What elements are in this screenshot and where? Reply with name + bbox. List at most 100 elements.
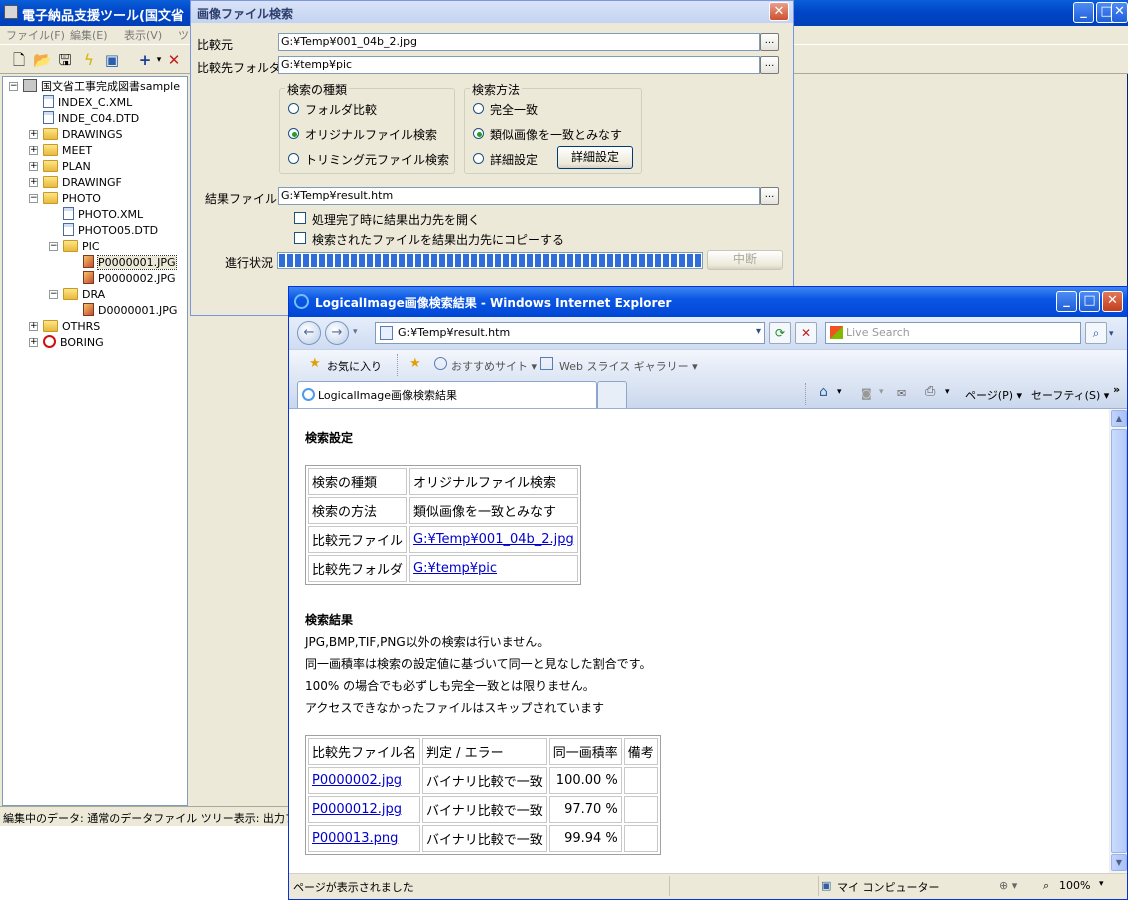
target-browse-button[interactable]: ... xyxy=(760,56,779,74)
tree-node[interactable]: INDE_C04.DTD xyxy=(43,111,139,127)
more-commands-icon[interactable]: » xyxy=(1113,383,1120,396)
webslice-gallery-link[interactable]: Web スライス ギャラリー ▾ xyxy=(559,358,698,374)
zoom-level[interactable]: 100% xyxy=(1059,879,1090,892)
radio-exact-match[interactable] xyxy=(473,103,484,114)
zoom-icon[interactable]: ⌕ xyxy=(1043,879,1049,893)
zoom-dropdown-icon[interactable]: ▾ xyxy=(1099,879,1104,889)
safety-menu[interactable]: セーフティ(S) ▾ xyxy=(1031,387,1109,403)
new-tab-button[interactable] xyxy=(597,381,627,408)
vertical-scrollbar[interactable]: ▲ ▼ xyxy=(1109,409,1127,873)
result-file-input[interactable]: G:¥Temp¥result.htm xyxy=(278,187,760,205)
tree-node[interactable]: PLAN xyxy=(43,159,91,175)
tree-node[interactable]: DRAWINGF xyxy=(43,175,122,191)
target-folder-input[interactable]: G:¥temp¥pic xyxy=(278,56,760,74)
add-favorite-icon[interactable]: ★ xyxy=(409,356,421,371)
new-file-icon[interactable]: 🗋 xyxy=(10,51,28,69)
feeds-dropdown-icon[interactable]: ▾ xyxy=(879,387,884,397)
tree-expander-icon[interactable]: + xyxy=(29,322,38,331)
scroll-up-icon[interactable]: ▲ xyxy=(1111,410,1127,427)
page-menu[interactable]: ページ(P) ▾ xyxy=(965,387,1022,403)
print-dropdown-icon[interactable]: ▾ xyxy=(945,387,950,397)
tree-node[interactable]: DRA xyxy=(63,287,105,303)
delete-icon[interactable]: ✕ xyxy=(165,51,183,69)
menu-tools[interactable]: ツ xyxy=(178,27,189,43)
ie-close-icon[interactable]: ✕ xyxy=(1102,291,1123,312)
open-folder-icon[interactable]: 📂 xyxy=(33,51,52,69)
detail-settings-button[interactable]: 詳細設定 xyxy=(557,146,633,169)
home-icon[interactable]: ⌂ xyxy=(819,384,828,400)
home-dropdown-icon[interactable]: ▾ xyxy=(837,387,842,397)
history-chevron-icon[interactable]: ▾ xyxy=(353,327,358,337)
lightning-icon[interactable]: ϟ xyxy=(80,51,98,69)
radio-detail[interactable] xyxy=(473,153,484,164)
tree-node[interactable]: PHOTO xyxy=(43,191,101,207)
menu-file[interactable]: ファイル(F) xyxy=(6,27,65,43)
feeds-icon[interactable]: ◙ xyxy=(861,387,872,400)
settings-value-cell: オリジナルファイル検索 xyxy=(409,468,578,495)
result-file-link[interactable]: P0000002.jpg xyxy=(312,773,402,788)
radio-trimming-search[interactable] xyxy=(288,153,299,164)
web-icon[interactable]: ▣ xyxy=(103,51,121,69)
source-file-input[interactable]: G:¥Temp¥001_04b_2.jpg xyxy=(278,33,760,51)
search-input[interactable]: Live Search xyxy=(825,322,1081,344)
open-on-finish-checkbox[interactable] xyxy=(294,212,306,224)
refresh-icon[interactable]: ⟳ xyxy=(769,322,791,344)
settings-value-link[interactable]: G:¥Temp¥001_04b_2.jpg xyxy=(413,532,574,547)
search-options-icon[interactable]: ▾ xyxy=(1109,329,1114,339)
tree-expander-icon[interactable]: + xyxy=(29,146,38,155)
menu-view[interactable]: 表示(V) xyxy=(124,27,162,43)
tree-node[interactable]: OTHRS xyxy=(43,319,100,335)
forward-icon[interactable]: → xyxy=(325,321,349,345)
tree-node[interactable]: DRAWINGS xyxy=(43,127,122,143)
tree-node[interactable]: PHOTO05.DTD xyxy=(63,223,158,239)
favorites-button[interactable]: お気に入り xyxy=(327,358,382,374)
stop-icon[interactable]: ✕ xyxy=(795,322,817,344)
result-browse-button[interactable]: ... xyxy=(760,187,779,205)
search-icon[interactable]: ⌕ xyxy=(1085,322,1107,344)
radio-folder-compare[interactable] xyxy=(288,103,299,114)
tree-expander-icon[interactable]: + xyxy=(29,338,38,347)
settings-value-link[interactable]: G:¥temp¥pic xyxy=(413,561,497,576)
tree-node[interactable]: P0000001.JPG xyxy=(83,255,177,271)
tree-node[interactable]: PIC xyxy=(63,239,100,255)
tree-expander-icon[interactable]: − xyxy=(49,242,58,251)
suggested-sites-link[interactable]: おすすめサイト ▾ xyxy=(451,358,537,374)
scroll-thumb[interactable] xyxy=(1111,429,1127,853)
radio-similar-match[interactable] xyxy=(473,128,484,139)
address-dropdown-icon[interactable]: ▾ xyxy=(756,326,761,337)
protected-mode-icon[interactable]: ⊕ ▾ xyxy=(999,879,1017,892)
tree-node[interactable]: INDEX_C.XML xyxy=(43,95,132,111)
dialog-close-icon[interactable]: ✕ xyxy=(769,2,789,21)
address-bar[interactable]: G:¥Temp¥result.htm ▾ xyxy=(375,322,765,344)
tree-node[interactable]: D0000001.JPG xyxy=(83,303,177,319)
file-tree[interactable]: − 国文省工事完成図書sample INDEX_C.XML INDE_C04.DTD +… xyxy=(2,76,188,806)
print-icon[interactable]: ⎙ xyxy=(925,384,935,399)
tree-expander-icon[interactable]: + xyxy=(29,178,38,187)
source-browse-button[interactable]: ... xyxy=(760,33,779,51)
ie-minimize-icon[interactable]: _ xyxy=(1056,291,1077,312)
tree-node[interactable]: BORING xyxy=(43,335,104,351)
tree-node[interactable]: P0000002.JPG xyxy=(83,271,176,287)
scroll-down-icon[interactable]: ▼ xyxy=(1111,854,1127,871)
tree-node[interactable]: 国文省工事完成図書sample xyxy=(23,79,180,95)
copy-found-checkbox[interactable] xyxy=(294,232,306,244)
mail-icon[interactable]: ✉ xyxy=(897,387,906,400)
result-file-link[interactable]: P0000012.jpg xyxy=(312,802,402,817)
tree-expander-icon[interactable]: + xyxy=(29,162,38,171)
minimize-icon[interactable]: _ xyxy=(1073,2,1094,23)
close-icon[interactable]: ✕ xyxy=(1111,2,1128,23)
tree-node[interactable]: PHOTO.XML xyxy=(63,207,143,223)
save-icon[interactable]: 🖫 xyxy=(56,51,74,69)
result-file-link[interactable]: P000013.png xyxy=(312,831,398,846)
tab-result[interactable]: LogicalImage画像検索結果 xyxy=(297,381,597,408)
tree-expander-icon[interactable]: − xyxy=(9,82,18,91)
tree-expander-icon[interactable]: − xyxy=(29,194,38,203)
abort-button[interactable]: 中断 xyxy=(707,250,783,270)
radio-original-search[interactable] xyxy=(288,128,299,139)
tree-expander-icon[interactable]: − xyxy=(49,290,58,299)
menu-edit[interactable]: 編集(E) xyxy=(70,27,108,43)
ie-maximize-icon[interactable]: □ xyxy=(1079,291,1100,312)
back-icon[interactable]: ← xyxy=(297,321,321,345)
tree-node[interactable]: MEET xyxy=(43,143,92,159)
tree-expander-icon[interactable]: + xyxy=(29,130,38,139)
